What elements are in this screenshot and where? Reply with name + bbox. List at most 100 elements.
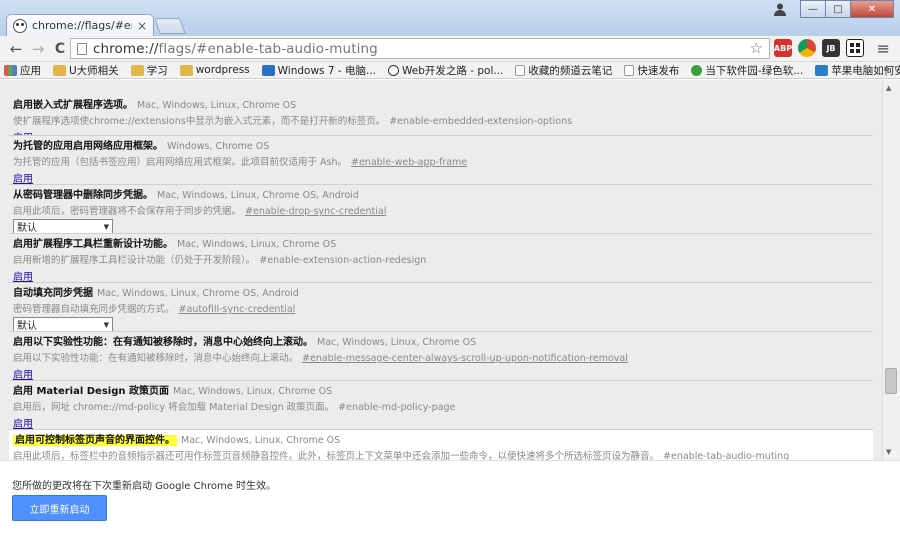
flags-content: 启用嵌入式扩展程序选项。 Mac, Windows, Linux, Chrome … <box>0 80 882 460</box>
enable-link[interactable]: 启用 <box>13 170 33 184</box>
flag-option-select[interactable]: 默认 ▼ <box>13 317 113 331</box>
bookmark-item[interactable]: 当下软件园-绿色软... <box>691 63 803 78</box>
window-controls: — □ ✕ <box>768 0 894 18</box>
address-bar[interactable]: chrome://flags/#enable-tab-audio-muting … <box>70 38 770 59</box>
flag-description: 为托管的应用（包括书签应用）启用网络应用式框架。此项目前仅适用于 Ash。 #en… <box>13 157 468 168</box>
flag-anchor-link[interactable]: #enable-tab-audio-muting <box>663 451 789 460</box>
scroll-down-icon[interactable]: ▼ <box>886 448 891 456</box>
enable-link[interactable]: 启用 <box>13 415 33 429</box>
scroll-up-icon[interactable]: ▲ <box>886 84 891 92</box>
title-bar: chrome://flags/#enable × — □ ✕ <box>0 0 900 36</box>
flag-experiment: 启用扩展程序工具栏重新设计功能。 Mac, Windows, Linux, Chr… <box>9 234 873 283</box>
flag-description: 启用以下实验性功能：在有通知被移除时，消息中心始终向上滚动。 #enable-me… <box>13 353 628 364</box>
flag-experiment: 自动填充同步凭据 Mac, Windows, Linux, Chrome OS, … <box>9 283 873 332</box>
flag-anchor-link[interactable]: #enable-extension-action-redesign <box>259 255 426 266</box>
bookmark-apps[interactable]: 应用 <box>4 63 41 78</box>
flag-title: 启用以下实验性功能：在有通知被移除时，消息中心始终向上滚动。 <box>13 337 313 348</box>
enable-link[interactable]: 启用 <box>13 129 33 135</box>
flag-option-select[interactable]: 默认 ▼ <box>13 219 113 233</box>
flag-experiment: 启用 Material Design 政策页面 Mac, Windows, Lin… <box>9 381 873 430</box>
flag-description: 启用新增的扩展程序工具栏设计功能（仍处于开发阶段）。 #enable-extens… <box>13 255 427 266</box>
flag-title: 启用嵌入式扩展程序选项。 <box>13 100 133 111</box>
flag-description: 启用后，网址 chrome://md-policy 将会加载 Material … <box>13 402 456 413</box>
reload-button[interactable]: C <box>49 38 71 60</box>
page-icon <box>624 64 635 76</box>
bookmarks-more-icon[interactable]: » <box>883 62 890 75</box>
grid-extension-icon[interactable] <box>846 39 864 57</box>
folder-icon <box>179 64 193 76</box>
chrome-colors-extension-icon[interactable] <box>798 39 816 57</box>
flag-experiment-highlighted: 启用可控制标签页声音的界面控件。 Mac, Windows, Linux, Chr… <box>9 430 873 460</box>
tab-title: chrome://flags/#enable <box>32 19 132 32</box>
bookmark-item[interactable]: Windows 7 - 电脑... <box>261 63 376 78</box>
flag-platforms: Windows, Chrome OS <box>167 141 270 152</box>
flag-title: 启用可控制标签页声音的界面控件。 <box>13 435 177 446</box>
page-icon <box>77 42 87 55</box>
flag-description: 启用此项后，密码管理器将不会保存用于同步的凭据。 #enable-drop-syn… <box>13 206 387 217</box>
dropdown-arrow-icon: ▼ <box>103 222 109 231</box>
flags-list: 启用嵌入式扩展程序选项。 Mac, Windows, Linux, Chrome … <box>9 80 873 460</box>
green-site-icon <box>691 64 703 76</box>
flag-anchor-link[interactable]: #enable-web-app-frame <box>351 157 467 168</box>
jb-extension-icon[interactable]: JB <box>822 39 840 57</box>
flag-experiment: 启用以下实验性功能：在有通知被移除时，消息中心始终向上滚动。 Mac, Windo… <box>9 332 873 381</box>
flag-title: 自动填充同步凭据 <box>13 288 93 299</box>
flag-anchor-link[interactable]: #enable-embedded-extension-options <box>389 116 572 127</box>
folder-icon <box>130 64 144 76</box>
vertical-scrollbar[interactable]: ▲ ▼ <box>882 80 900 460</box>
flag-platforms: Mac, Windows, Linux, Chrome OS <box>172 386 333 397</box>
bookmarks-bar: 应用 U大师相关 学习 wordpress Windows 7 - 电脑... … <box>0 62 900 79</box>
bookmark-folder[interactable]: U大师相关 <box>53 63 119 78</box>
web-site-icon <box>388 64 400 76</box>
flag-description: 使扩展程序选项使chrome://extensions中显示为嵌入式元素，而不是… <box>13 116 573 127</box>
scroll-thumb[interactable] <box>885 368 897 394</box>
bookmark-folder[interactable]: wordpress <box>179 64 250 76</box>
windows-site-icon <box>261 64 275 76</box>
dropdown-arrow-icon: ▼ <box>103 320 109 329</box>
bookmark-item[interactable]: Web开发之路 - pol... <box>388 63 503 78</box>
apps-icon <box>4 64 17 76</box>
url-text: chrome://flags/#enable-tab-audio-muting <box>93 40 378 57</box>
relaunch-button[interactable]: 立即重新启动 <box>12 495 107 521</box>
maximize-button[interactable]: □ <box>825 0 851 18</box>
flag-description: 密码管理器自动填充同步凭据的方式。 #autofill-sync-credenti… <box>13 304 296 315</box>
tab-close-icon[interactable]: × <box>137 19 147 33</box>
restart-footer: 您所做的更改将在下次重新启动 Google Chrome 时生效。 立即重新启动 <box>0 460 900 539</box>
flag-title: 从密码管理器中删除同步凭据。 <box>13 190 153 201</box>
flag-title: 为托管的应用启用网络应用框架。 <box>13 141 163 152</box>
flag-platforms: Mac, Windows, Linux, Chrome OS, Android <box>157 190 359 201</box>
flag-experiment: 启用嵌入式扩展程序选项。 Mac, Windows, Linux, Chrome … <box>9 80 873 136</box>
tab-flags[interactable]: chrome://flags/#enable × <box>6 14 154 36</box>
folder-icon <box>53 64 66 76</box>
flag-anchor-link[interactable]: #enable-message-center-always-scroll-up-… <box>302 353 628 364</box>
bookmark-star-icon[interactable]: ☆ <box>750 39 763 57</box>
flag-anchor-link[interactable]: #autofill-sync-credential <box>179 304 296 315</box>
bookmark-item[interactable]: 快速发布 <box>624 63 679 78</box>
enable-link[interactable]: 启用 <box>13 366 33 380</box>
apple-site-icon <box>815 64 829 76</box>
enable-link[interactable]: 启用 <box>13 268 33 282</box>
close-window-button[interactable]: ✕ <box>850 0 894 18</box>
bookmark-folder[interactable]: 学习 <box>130 63 168 78</box>
browser-toolbar: ← → C chrome://flags/#enable-tab-audio-m… <box>0 36 900 62</box>
forward-button[interactable]: → <box>27 38 49 60</box>
flag-anchor-link[interactable]: #enable-drop-sync-credential <box>245 206 386 217</box>
flag-title: 启用扩展程序工具栏重新设计功能。 <box>13 239 173 250</box>
person-icon[interactable] <box>767 0 793 18</box>
flag-experiment: 为托管的应用启用网络应用框架。 Windows, Chrome OS 为托管的应用… <box>9 136 873 185</box>
menu-icon[interactable]: ≡ <box>877 39 890 58</box>
flag-platforms: Mac, Windows, Linux, Chrome OS, Android <box>97 288 299 299</box>
new-tab-button[interactable] <box>154 18 186 34</box>
back-button[interactable]: ← <box>5 38 27 60</box>
flag-platforms: Mac, Windows, Linux, Chrome OS <box>317 337 477 348</box>
bookmark-item[interactable]: 收藏的频道云笔记 <box>515 63 612 78</box>
minimize-button[interactable]: — <box>800 0 826 18</box>
flag-platforms: Mac, Windows, Linux, Chrome OS <box>137 100 297 111</box>
flag-description: 启用此项后，标签栏中的音频指示器还可用作标签页音频静音控件。此外，标签页上下文菜… <box>13 451 790 460</box>
flag-anchor-link[interactable]: #enable-md-policy-page <box>338 402 455 413</box>
flag-title: 启用 Material Design 政策页面 <box>13 386 169 397</box>
flag-platforms: Mac, Windows, Linux, Chrome OS <box>177 239 337 250</box>
abp-extension-icon[interactable]: ABP <box>774 39 792 57</box>
page-icon <box>515 64 526 76</box>
flag-experiment: 从密码管理器中删除同步凭据。 Mac, Windows, Linux, Chrom… <box>9 185 873 234</box>
